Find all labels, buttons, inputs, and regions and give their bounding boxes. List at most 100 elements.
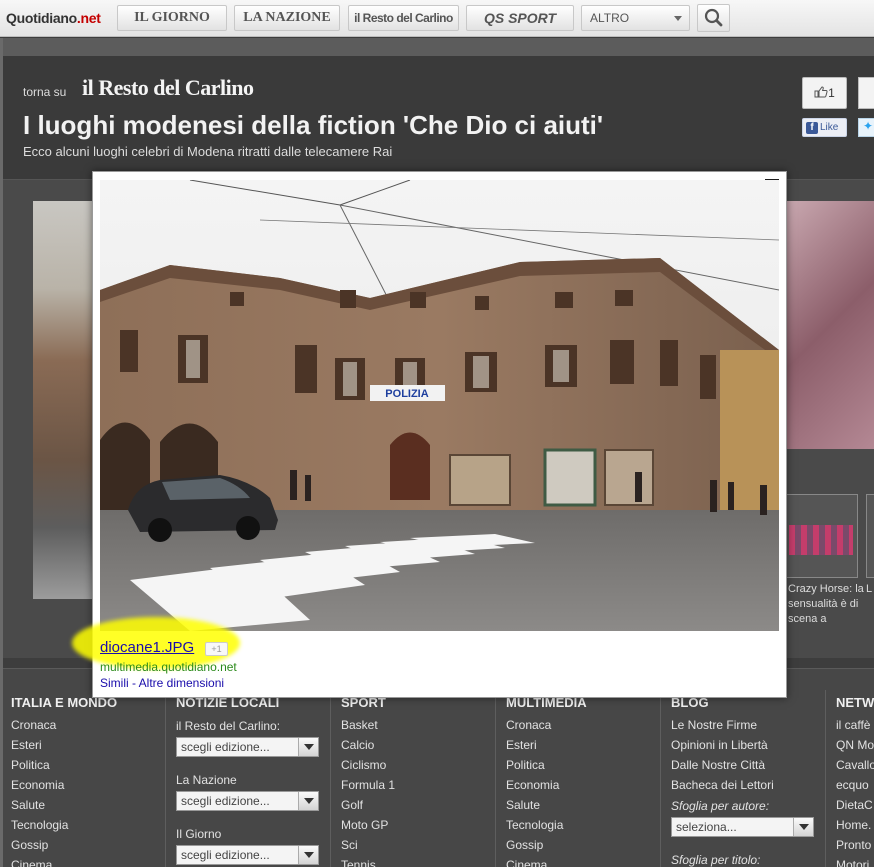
next-photo-preview[interactable] <box>786 201 874 449</box>
nav-il-giorno[interactable]: IL GIORNO <box>117 5 227 31</box>
share-box[interactable] <box>858 77 874 109</box>
facebook-like-button[interactable]: f Like <box>802 118 847 137</box>
thumbnail-image <box>789 525 853 555</box>
author-select[interactable]: seleziona... <box>671 817 814 837</box>
footer-link[interactable]: Gossip <box>506 835 587 855</box>
twitter-icon: ✦ <box>862 119 874 133</box>
image-source-url[interactable]: multimedia.quotidiano.net <box>100 660 237 674</box>
carlino-logo-link[interactable]: il Resto del Carlino <box>82 75 254 101</box>
footer-link[interactable]: Esteri <box>11 735 117 755</box>
twitter-button[interactable]: ✦ <box>858 118 874 137</box>
footer-link[interactable]: ecquo <box>836 775 874 795</box>
footer-col-sport: SPORT Basket Calcio Ciclismo Formula 1 G… <box>341 690 395 867</box>
nav-resto-del-carlino[interactable]: il Resto del Carlino <box>348 5 459 31</box>
footer-link[interactable]: Calcio <box>341 735 395 755</box>
search-icon <box>704 8 723 27</box>
thumbs-up-icon <box>814 86 828 98</box>
footer-link[interactable]: Politica <box>506 755 587 775</box>
footer-link[interactable]: Gossip <box>11 835 117 855</box>
nav-la-nazione[interactable]: LA NAZIONE <box>234 5 340 31</box>
footer-link[interactable]: Ciclismo <box>341 755 395 775</box>
footer-col-title: NETW <box>836 695 874 710</box>
footer-link[interactable]: Cavallo <box>836 755 874 775</box>
edition-select-nazione[interactable]: scegli edizione... <box>176 791 319 811</box>
like-count-box[interactable]: 1 <box>802 77 847 109</box>
footer-link[interactable]: Home. <box>836 815 874 835</box>
footer-link[interactable]: Politica <box>11 755 117 775</box>
thumbnail-caption-next[interactable]: L <box>866 582 872 597</box>
edition-label: il Resto del Carlino: <box>176 719 281 733</box>
page-title: I luoghi modenesi della fiction 'Che Dio… <box>23 110 604 140</box>
footer-link[interactable]: Pronto <box>836 835 874 855</box>
footer-link[interactable]: Motori <box>836 855 874 867</box>
top-strip <box>0 38 874 56</box>
footer-link[interactable]: Opinioni in Libertà <box>671 735 814 755</box>
altro-label: ALTRO <box>590 11 630 25</box>
brand-suffix: .net <box>76 10 101 26</box>
footer-col-blog: BLOG Le Nostre Firme Opinioni in Libertà… <box>671 690 814 867</box>
edition-label: La Nazione <box>176 773 237 787</box>
footer-link[interactable]: Sci <box>341 835 395 855</box>
footer-col-multimedia: MULTIMEDIA Cronaca Esteri Politica Econo… <box>506 690 587 867</box>
like-count: 1 <box>828 86 835 100</box>
select-value: scegli edizione... <box>181 740 270 754</box>
thumbnail-caption[interactable]: Crazy Horse: la sensualità è di scena a <box>788 582 864 627</box>
footer-link[interactable]: Golf <box>341 795 395 815</box>
quotidiano-logo[interactable]: Quotidiano.net <box>6 10 101 26</box>
footer-divider <box>495 690 496 867</box>
footer-link[interactable]: Cinema <box>11 855 117 867</box>
footer-divider <box>330 690 331 867</box>
footer-link[interactable]: Dalle Nostre Città <box>671 755 814 775</box>
gallery-thumbnail[interactable] <box>784 494 858 578</box>
footer-link[interactable]: Bacheca dei Lettori <box>671 775 814 795</box>
footer-link[interactable]: Cinema <box>506 855 587 867</box>
footer-link[interactable]: Cronaca <box>11 715 117 735</box>
image-filename-link[interactable]: diocane1.JPG <box>100 639 194 656</box>
footer-link[interactable]: Esteri <box>506 735 587 755</box>
previous-photo-preview[interactable] <box>33 201 95 599</box>
chevron-down-icon <box>298 846 318 864</box>
footer-divider <box>825 690 826 867</box>
similar-sizes-links[interactable]: Simili - Altre dimensioni <box>100 676 224 690</box>
footer-link[interactable]: QN Mo <box>836 735 874 755</box>
footer-link[interactable]: Economia <box>506 775 587 795</box>
footer-link[interactable]: Le Nostre Firme <box>671 715 814 735</box>
gallery-thumbnail-next[interactable] <box>866 494 874 578</box>
edition-select-giorno[interactable]: scegli edizione... <box>176 845 319 865</box>
google-plus-one-button[interactable]: +1 <box>205 642 228 656</box>
chevron-down-icon <box>674 16 682 21</box>
facebook-like-label: Like <box>820 122 839 133</box>
back-to-label: torna su <box>23 85 67 99</box>
footer-link[interactable]: Tecnologia <box>11 815 117 835</box>
footer-link[interactable]: Basket <box>341 715 395 735</box>
footer-link[interactable]: il caffè <box>836 715 874 735</box>
footer-col-italia-e-mondo: ITALIA E MONDO Cronaca Esteri Politica E… <box>11 690 117 867</box>
top-navigation-bar: Quotidiano.net IL GIORNO LA NAZIONE il R… <box>0 0 874 37</box>
footer-link[interactable]: Moto GP <box>341 815 395 835</box>
edition-select-carlino[interactable]: scegli edizione... <box>176 737 319 757</box>
facebook-icon: f <box>806 122 818 134</box>
footer-col-network: NETW il caffè QN Mo Cavallo ecquo DietaC… <box>836 690 874 867</box>
search-button[interactable] <box>697 4 730 32</box>
building-photo: POLIZIA <box>100 180 779 631</box>
chevron-down-icon <box>298 738 318 756</box>
chevron-down-icon <box>793 818 813 836</box>
page-subtitle: Ecco alcuni luoghi celebri di Modena rit… <box>23 144 393 159</box>
footer-divider <box>660 690 661 867</box>
footer-link[interactable]: Economia <box>11 775 117 795</box>
footer-col-notizie-locali: NOTIZIE LOCALI il Resto del Carlino: sce… <box>176 690 319 867</box>
nav-qs-sport[interactable]: QS SPORT <box>466 5 574 31</box>
chevron-down-icon <box>298 792 318 810</box>
preview-photo[interactable]: POLIZIA <box>100 180 779 631</box>
footer-link[interactable]: Salute <box>506 795 587 815</box>
select-value: seleziona... <box>676 820 737 834</box>
footer-link[interactable]: Formula 1 <box>341 775 395 795</box>
footer-link[interactable]: Cronaca <box>506 715 587 735</box>
footer-link[interactable]: Tennis <box>341 855 395 867</box>
altro-dropdown[interactable]: ALTRO <box>581 5 690 31</box>
footer-link[interactable]: DietaC <box>836 795 874 815</box>
select-value: scegli edizione... <box>181 848 270 862</box>
footer-link[interactable]: Salute <box>11 795 117 815</box>
footer-link[interactable]: Tecnologia <box>506 815 587 835</box>
title-label: Sfoglia per titolo: <box>671 853 761 867</box>
